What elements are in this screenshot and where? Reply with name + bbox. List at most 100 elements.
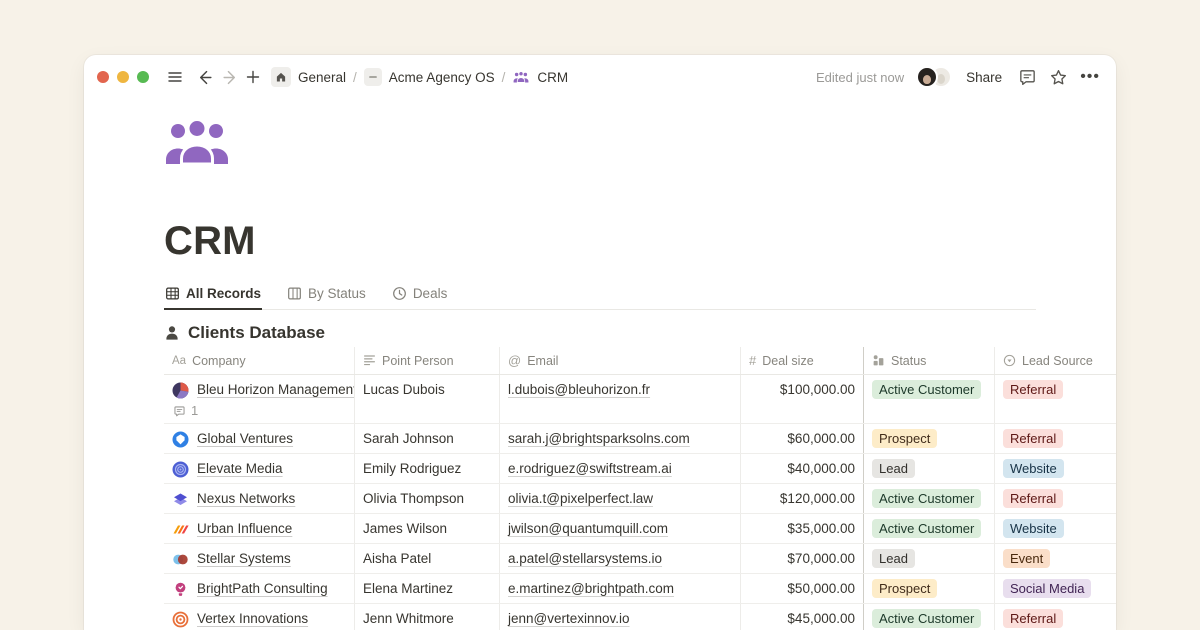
point-person-cell[interactable]: Jenn Whitmore <box>355 604 500 630</box>
email-cell[interactable]: jwilson@quantumquill.com <box>500 514 741 543</box>
company-name[interactable]: Global Ventures <box>197 429 293 449</box>
status-cell[interactable]: Active Customer <box>864 375 995 423</box>
column-header-point-person[interactable]: Point Person <box>355 347 500 374</box>
email-link[interactable]: sarah.j@brightsparksolns.com <box>508 431 690 446</box>
lead-source-cell[interactable]: Referral <box>995 424 1116 453</box>
column-header-status[interactable]: Status <box>864 347 995 374</box>
lead-source-badge[interactable]: Website <box>1003 459 1064 478</box>
lead-source-badge[interactable]: Referral <box>1003 380 1063 399</box>
company-cell[interactable]: Stellar Systems <box>164 544 355 573</box>
email-link[interactable]: jwilson@quantumquill.com <box>508 521 668 536</box>
sidebar-menu-icon[interactable] <box>163 65 187 89</box>
company-cell[interactable]: Bleu Horizon Management 1 <box>164 375 355 423</box>
status-badge[interactable]: Active Customer <box>872 489 981 508</box>
lead-source-badge[interactable]: Social Media <box>1003 579 1091 598</box>
email-link[interactable]: e.rodriguez@swiftstream.ai <box>508 461 672 476</box>
status-cell[interactable]: Active Customer <box>864 484 995 513</box>
email-link[interactable]: e.martinez@brightpath.com <box>508 581 674 596</box>
home-icon[interactable] <box>271 67 291 87</box>
lead-source-cell[interactable]: Referral <box>995 375 1116 423</box>
column-header-email[interactable]: @ Email <box>500 347 741 374</box>
company-name[interactable]: Nexus Networks <box>197 489 295 509</box>
table-row[interactable]: Elevate Media Emily Rodriguez e.rodrigue… <box>164 454 1116 484</box>
collaborator-avatars[interactable] <box>916 66 952 88</box>
company-cell[interactable]: Urban Influence <box>164 514 355 543</box>
more-options-icon[interactable]: ••• <box>1080 68 1100 86</box>
email-cell[interactable]: a.patel@stellarsystems.io <box>500 544 741 573</box>
status-badge[interactable]: Lead <box>872 549 915 568</box>
tab-all-records[interactable]: All Records <box>164 283 262 310</box>
company-cell[interactable]: BrightPath Consulting <box>164 574 355 603</box>
point-person-cell[interactable]: Olivia Thompson <box>355 484 500 513</box>
back-arrow-icon[interactable] <box>193 65 217 89</box>
status-badge[interactable]: Lead <box>872 459 915 478</box>
deal-size-cell[interactable]: $40,000.00 <box>741 454 864 483</box>
tab-deals[interactable]: Deals <box>391 283 449 310</box>
status-badge[interactable]: Active Customer <box>872 609 981 628</box>
page-icon[interactable] <box>364 68 382 86</box>
column-header-deal-size[interactable]: # Deal size <box>741 347 864 374</box>
email-link[interactable]: jenn@vertexinnov.io <box>508 611 630 626</box>
new-page-plus-icon[interactable] <box>241 65 265 89</box>
minimize-window-button[interactable] <box>117 71 129 83</box>
people-icon[interactable] <box>164 118 230 164</box>
breadcrumb-item-workspace[interactable]: Acme Agency OS <box>389 70 495 85</box>
avatar[interactable] <box>916 66 938 88</box>
forward-arrow-icon[interactable] <box>217 65 241 89</box>
company-name[interactable]: BrightPath Consulting <box>197 579 328 599</box>
email-cell[interactable]: e.rodriguez@swiftstream.ai <box>500 454 741 483</box>
status-badge[interactable]: Active Customer <box>872 380 981 399</box>
lead-source-cell[interactable]: Referral <box>995 604 1116 630</box>
status-cell[interactable]: Prospect <box>864 574 995 603</box>
email-link[interactable]: a.patel@stellarsystems.io <box>508 551 662 566</box>
lead-source-cell[interactable]: Referral <box>995 484 1116 513</box>
email-link[interactable]: l.dubois@bleuhorizon.fr <box>508 382 650 397</box>
breadcrumb-item-general[interactable]: General <box>298 70 346 85</box>
status-cell[interactable]: Prospect <box>864 424 995 453</box>
column-header-company[interactable]: Aa Company <box>164 347 355 374</box>
point-person-cell[interactable]: Aisha Patel <box>355 544 500 573</box>
lead-source-cell[interactable]: Social Media <box>995 574 1116 603</box>
deal-size-cell[interactable]: $50,000.00 <box>741 574 864 603</box>
company-name[interactable]: Elevate Media <box>197 459 283 479</box>
point-person-cell[interactable]: James Wilson <box>355 514 500 543</box>
deal-size-cell[interactable]: $45,000.00 <box>741 604 864 630</box>
email-link[interactable]: olivia.t@pixelperfect.law <box>508 491 653 506</box>
point-person-cell[interactable]: Lucas Dubois <box>355 375 500 423</box>
status-cell[interactable]: Active Customer <box>864 514 995 543</box>
lead-source-badge[interactable]: Referral <box>1003 609 1063 628</box>
email-cell[interactable]: olivia.t@pixelperfect.law <box>500 484 741 513</box>
status-cell[interactable]: Lead <box>864 544 995 573</box>
table-row[interactable]: Vertex Innovations Jenn Whitmore jenn@ve… <box>164 604 1116 630</box>
column-header-lead-source[interactable]: Lead Source <box>995 347 1116 374</box>
point-person-cell[interactable]: Sarah Johnson <box>355 424 500 453</box>
deal-size-cell[interactable]: $70,000.00 <box>741 544 864 573</box>
database-title-text[interactable]: Clients Database <box>188 323 325 343</box>
email-cell[interactable]: e.martinez@brightpath.com <box>500 574 741 603</box>
company-cell[interactable]: Global Ventures <box>164 424 355 453</box>
company-name[interactable]: Vertex Innovations <box>197 609 308 629</box>
lead-source-cell[interactable]: Event <box>995 544 1116 573</box>
point-person-cell[interactable]: Emily Rodriguez <box>355 454 500 483</box>
breadcrumb-item-page[interactable]: CRM <box>537 70 568 85</box>
email-cell[interactable]: sarah.j@brightsparksolns.com <box>500 424 741 453</box>
lead-source-badge[interactable]: Referral <box>1003 489 1063 508</box>
company-cell[interactable]: Nexus Networks <box>164 484 355 513</box>
maximize-window-button[interactable] <box>137 71 149 83</box>
status-badge[interactable]: Prospect <box>872 579 937 598</box>
deal-size-cell[interactable]: $60,000.00 <box>741 424 864 453</box>
table-row[interactable]: Bleu Horizon Management 1 Lucas Dubois l… <box>164 375 1116 424</box>
deal-size-cell[interactable]: $120,000.00 <box>741 484 864 513</box>
comments-icon[interactable] <box>1018 68 1037 87</box>
deal-size-cell[interactable]: $100,000.00 <box>741 375 864 423</box>
share-button[interactable]: Share <box>966 70 1002 85</box>
lead-source-cell[interactable]: Website <box>995 454 1116 483</box>
lead-source-badge[interactable]: Event <box>1003 549 1050 568</box>
comment-count[interactable]: 1 <box>172 401 346 421</box>
company-cell[interactable]: Elevate Media <box>164 454 355 483</box>
lead-source-badge[interactable]: Website <box>1003 519 1064 538</box>
email-cell[interactable]: jenn@vertexinnov.io <box>500 604 741 630</box>
email-cell[interactable]: l.dubois@bleuhorizon.fr <box>500 375 741 423</box>
lead-source-cell[interactable]: Website <box>995 514 1116 543</box>
status-badge[interactable]: Prospect <box>872 429 937 448</box>
